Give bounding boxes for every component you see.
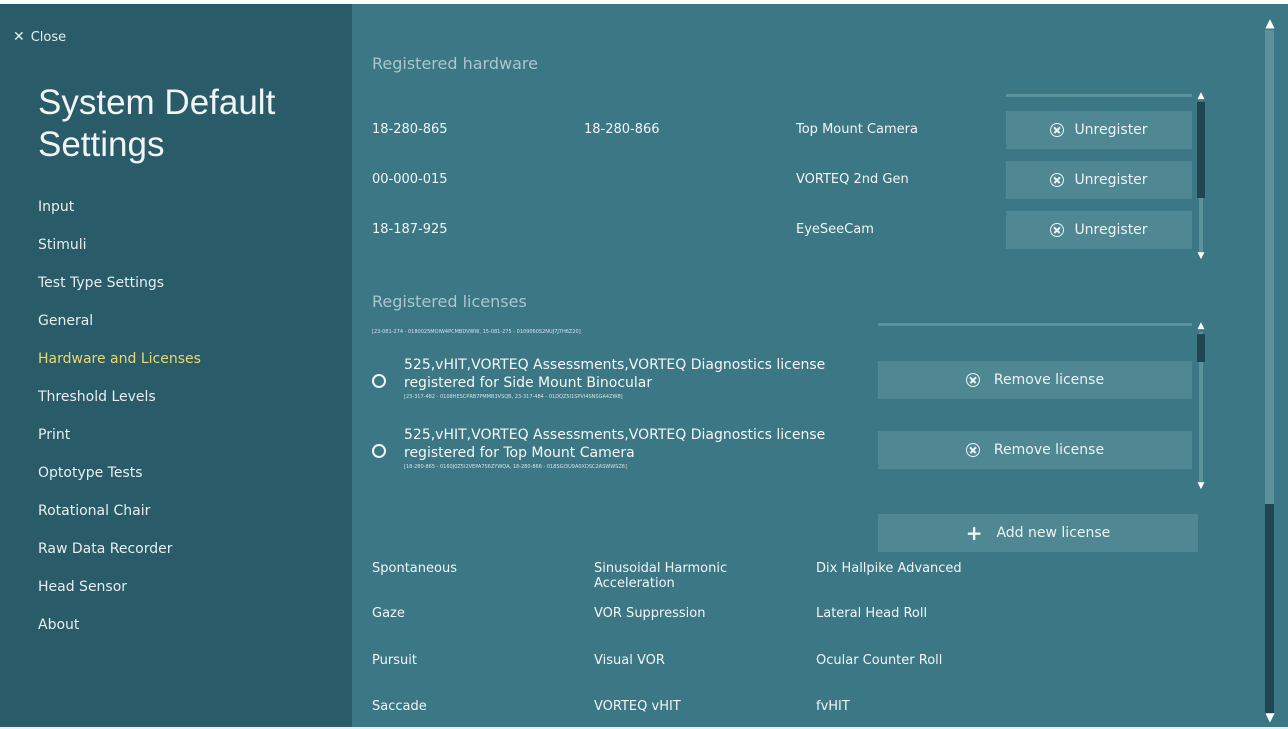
license-radio[interactable] (372, 444, 386, 458)
test-type-item[interactable]: Pursuit (372, 653, 552, 668)
scroll-down-icon[interactable]: ▼ (1196, 252, 1206, 261)
sidebar-nav: Input Stimuli Test Type Settings General… (38, 195, 201, 651)
scroll-thumb[interactable] (1197, 334, 1205, 362)
scroll-up-icon[interactable]: ▲ (1262, 17, 1278, 29)
registered-hardware-title: Registered hardware (372, 54, 538, 73)
license-radio[interactable] (372, 374, 386, 388)
unregister-label: Unregister (1074, 122, 1148, 138)
sidebar-item-hardware-and-licenses[interactable]: Hardware and Licenses (38, 347, 201, 385)
remove-license-label: Remove license (993, 442, 1105, 458)
license-description: 525,vHIT,VORTEQ Assessments,VORTEQ Diagn… (404, 357, 826, 391)
unregister-button[interactable]: Unregister (1006, 111, 1192, 149)
license-key-partial: [23-081-274 - 0180025MOIW4PCMBDVWW, 15-0… (372, 329, 581, 335)
sidebar-item-optotype-tests[interactable]: Optotype Tests (38, 461, 201, 499)
main-scrollbar[interactable]: ▲ ▼ (1258, 4, 1288, 729)
test-type-item[interactable]: Saccade (372, 699, 552, 714)
remove-license-button[interactable]: Remove license (878, 431, 1192, 469)
test-type-item[interactable]: Gaze (372, 606, 552, 621)
registered-licenses-title: Registered licenses (372, 292, 527, 311)
sidebar-item-threshold-levels[interactable]: Threshold Levels (38, 385, 201, 423)
add-new-license-button[interactable]: + Add new license (878, 514, 1198, 552)
scroll-down-icon[interactable]: ▼ (1262, 711, 1278, 723)
hardware-device-name: EyeSeeCam (796, 222, 874, 237)
unregister-button[interactable]: Unregister (1006, 211, 1192, 249)
scroll-thumb[interactable] (1265, 504, 1274, 714)
test-type-item[interactable]: Visual VOR (594, 653, 774, 668)
sidebar-item-head-sensor[interactable]: Head Sensor (38, 575, 201, 613)
scroll-thumb[interactable] (1197, 102, 1205, 198)
sidebar-item-stimuli[interactable]: Stimuli (38, 233, 201, 271)
license-description: 525,vHIT,VORTEQ Assessments,VORTEQ Diagn… (404, 427, 826, 461)
settings-window: ✕ Close System Default Settings Input St… (0, 0, 1288, 729)
hardware-serial-1: 00-000-015 (372, 172, 448, 187)
sidebar-item-test-type-settings[interactable]: Test Type Settings (38, 271, 201, 309)
circle-x-icon (965, 373, 980, 387)
test-type-item[interactable]: VORTEQ vHIT (594, 699, 774, 714)
sidebar: ✕ Close System Default Settings Input St… (0, 4, 352, 729)
unregister-label: Unregister (1074, 222, 1148, 238)
test-type-item[interactable]: fvHIT (816, 699, 996, 714)
sidebar-item-general[interactable]: General (38, 309, 201, 347)
remove-license-button[interactable]: Remove license (878, 361, 1192, 399)
close-button[interactable]: ✕ Close (13, 29, 66, 45)
hardware-device-name: VORTEQ 2nd Gen (796, 172, 909, 187)
hardware-list-edge (1006, 94, 1192, 97)
test-type-item[interactable]: Ocular Counter Roll (816, 653, 996, 668)
sidebar-item-about[interactable]: About (38, 613, 201, 651)
close-icon: ✕ (13, 29, 25, 45)
test-type-item[interactable]: Sinusoidal Harmonic Acceleration (594, 561, 764, 591)
sidebar-item-raw-data-recorder[interactable]: Raw Data Recorder (38, 537, 201, 575)
test-type-item[interactable]: Dix Hallpike Advanced (816, 561, 996, 576)
close-label: Close (30, 29, 67, 45)
sidebar-item-print[interactable]: Print (38, 423, 201, 461)
test-type-item[interactable]: Spontaneous (372, 561, 552, 576)
remove-license-label: Remove license (993, 372, 1105, 388)
page-title: System Default Settings (38, 83, 276, 164)
circle-x-icon (1050, 223, 1065, 237)
test-type-item[interactable]: Lateral Head Roll (816, 606, 996, 621)
license-list-edge (878, 323, 1192, 326)
circle-x-icon (1050, 173, 1065, 187)
hardware-scrollbar[interactable]: ▲ ▼ (1196, 92, 1206, 262)
main-content: Registered hardware 18-280-865 18-280-86… (352, 4, 1258, 729)
hardware-serial-1: 18-187-925 (372, 222, 448, 237)
scroll-up-icon[interactable]: ▲ (1196, 92, 1206, 101)
unregister-label: Unregister (1074, 172, 1148, 188)
license-key: [18-280-865 - 0160J0Z5I2VEPA7S6ZYWQA, 18… (404, 464, 627, 470)
circle-x-icon (1050, 123, 1065, 137)
scroll-up-icon[interactable]: ▲ (1196, 322, 1206, 331)
license-scrollbar[interactable]: ▲ ▼ (1196, 322, 1206, 492)
hardware-serial-2: 18-280-866 (584, 122, 660, 137)
license-key: [23-317-482 - 0108HESCPRB7PMMB3VSQB, 23-… (404, 394, 623, 400)
sidebar-item-input[interactable]: Input (38, 195, 201, 233)
scroll-down-icon[interactable]: ▼ (1196, 482, 1206, 491)
plus-icon: + (965, 521, 983, 545)
add-license-label: Add new license (996, 525, 1111, 541)
circle-x-icon (965, 443, 980, 457)
sidebar-item-rotational-chair[interactable]: Rotational Chair (38, 499, 201, 537)
hardware-device-name: Top Mount Camera (796, 122, 918, 137)
unregister-button[interactable]: Unregister (1006, 161, 1192, 199)
test-type-item[interactable]: VOR Suppression (594, 606, 774, 621)
hardware-serial-1: 18-280-865 (372, 122, 448, 137)
